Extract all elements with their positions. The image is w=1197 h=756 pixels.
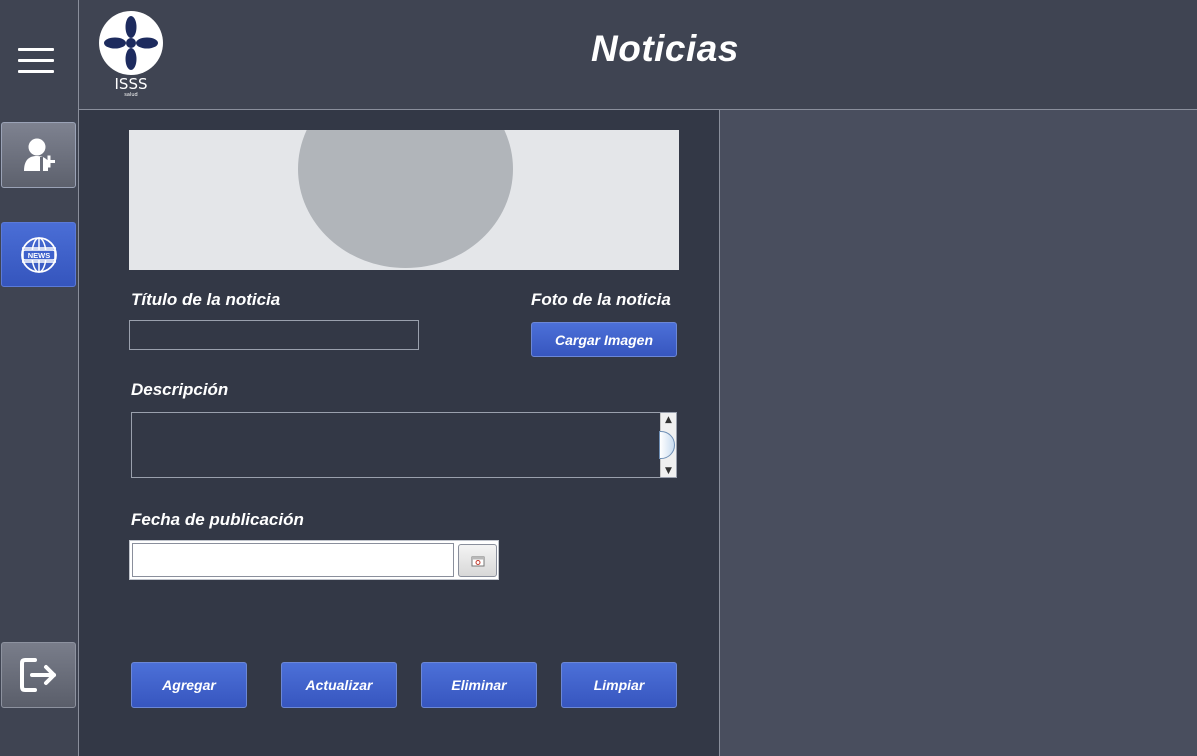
sidebar-item-news[interactable]: NEWS bbox=[1, 222, 76, 287]
news-icon-label: NEWS bbox=[27, 251, 50, 260]
news-form-panel: Título de la noticia Foto de la noticia … bbox=[79, 110, 720, 756]
update-button[interactable]: Actualizar bbox=[281, 662, 397, 708]
load-image-button[interactable]: Cargar Imagen bbox=[531, 322, 677, 357]
sidebar-item-users[interactable] bbox=[1, 122, 76, 188]
date-input[interactable] bbox=[132, 543, 454, 577]
description-box: ▲ ▼ bbox=[131, 412, 677, 478]
scroll-down-icon[interactable]: ▼ bbox=[661, 464, 676, 477]
title-label: Título de la noticia bbox=[131, 290, 281, 309]
calendar-button[interactable] bbox=[458, 544, 497, 577]
news-globe-icon: NEWS bbox=[20, 236, 57, 273]
hamburger-icon[interactable] bbox=[18, 48, 54, 76]
isss-logo: ISSS salud bbox=[98, 10, 164, 98]
description-scrollbar[interactable]: ▲ ▼ bbox=[659, 413, 676, 477]
title-input[interactable] bbox=[129, 320, 419, 350]
sidebar: NEWS bbox=[0, 0, 79, 756]
logo-subtext: salud bbox=[124, 92, 137, 96]
clear-button[interactable]: Limpiar bbox=[561, 662, 677, 708]
page-title: Noticias bbox=[591, 28, 739, 69]
header: ISSS salud Noticias bbox=[79, 0, 1197, 110]
logout-icon bbox=[19, 658, 56, 692]
add-user-icon bbox=[23, 138, 55, 171]
scroll-up-icon[interactable]: ▲ bbox=[661, 413, 676, 426]
photo-label: Foto de la noticia bbox=[531, 290, 671, 309]
description-label: Descripción bbox=[131, 380, 229, 399]
image-placeholder-circle bbox=[298, 130, 513, 268]
add-button[interactable]: Agregar bbox=[131, 662, 247, 708]
sidebar-item-logout[interactable] bbox=[1, 642, 76, 708]
description-input[interactable] bbox=[132, 413, 662, 477]
scroll-thumb[interactable] bbox=[659, 431, 675, 459]
date-picker bbox=[129, 540, 499, 580]
delete-button[interactable]: Eliminar bbox=[421, 662, 537, 708]
news-image-preview bbox=[129, 130, 679, 270]
news-list-panel bbox=[720, 110, 1197, 756]
date-label: Fecha de publicación bbox=[131, 510, 304, 529]
calendar-icon bbox=[471, 556, 484, 566]
logo-text: ISSS bbox=[115, 75, 148, 93]
